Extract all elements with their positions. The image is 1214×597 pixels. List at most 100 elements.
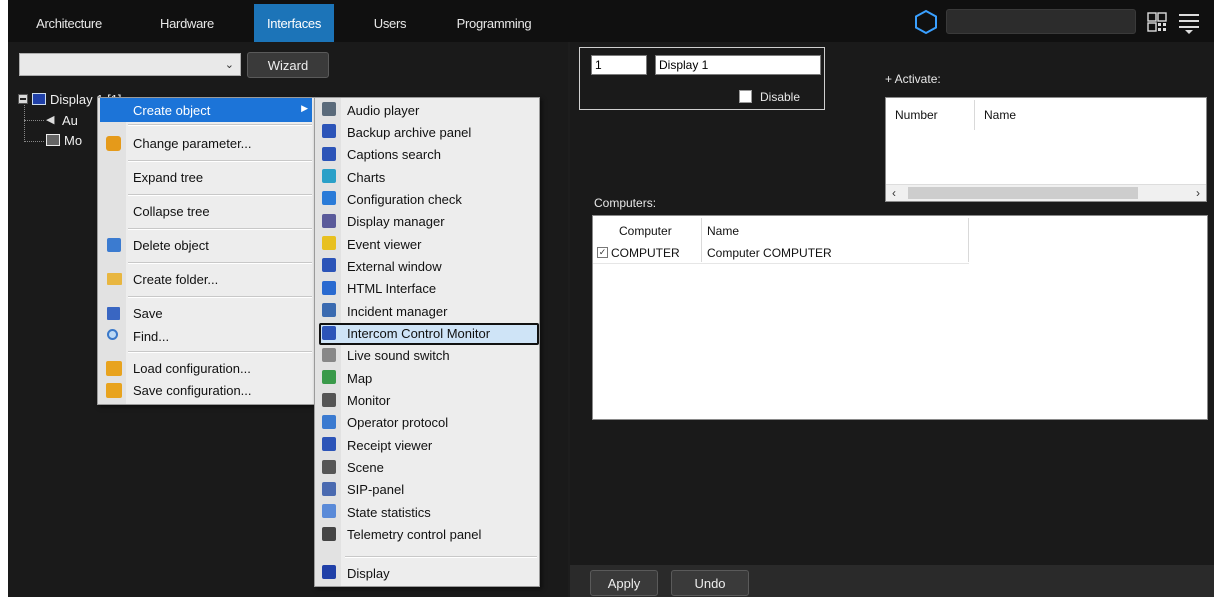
activate-table[interactable]: Number Name ‹ › [885, 97, 1207, 202]
menu-item-delete-object[interactable]: Delete object [100, 233, 312, 257]
submenu-item-external-window[interactable]: External window [315, 255, 539, 277]
tab-hardware[interactable]: Hardware [138, 4, 236, 42]
submenu-item-display[interactable]: Display [315, 562, 539, 584]
tab-users[interactable]: Users [348, 4, 432, 42]
submenu-item-backup-archive-panel[interactable]: Backup archive panel [315, 121, 539, 143]
collapse-icon[interactable] [18, 94, 28, 104]
chart-icon [322, 169, 336, 184]
submenu-item-label: Display [347, 565, 390, 581]
submenu-item-operator-protocol[interactable]: Operator protocol [315, 412, 539, 434]
submenu-item-audio-player[interactable]: Audio player [315, 99, 539, 121]
tab-interfaces[interactable]: Interfaces [254, 4, 334, 42]
tree-item-monitor[interactable]: Mo [46, 131, 82, 149]
monitor-icon [322, 325, 336, 340]
horizontal-scrollbar[interactable]: ‹ › [886, 184, 1206, 201]
speaker-icon: ◀ [46, 114, 55, 126]
submenu-item-map[interactable]: Map [315, 367, 539, 389]
grid-view-icon[interactable] [1147, 12, 1167, 32]
context-menu: Create object ▶ Change parameter... Expa… [97, 97, 315, 405]
load-config-icon [106, 361, 122, 376]
disable-checkbox[interactable] [739, 90, 752, 103]
display-icon [32, 93, 46, 105]
speaker-icon [322, 102, 336, 116]
menu-item-create-object[interactable]: Create object ▶ [100, 98, 312, 122]
top-search-input[interactable] [946, 9, 1136, 34]
tab-architecture[interactable]: Architecture [20, 4, 118, 42]
submenu-item-scene[interactable]: Scene [315, 457, 539, 479]
column-header-computer: Computer [619, 224, 672, 238]
bottom-action-bar [570, 565, 1214, 597]
submenu-item-charts[interactable]: Charts [315, 166, 539, 188]
submenu-arrow-icon: ▶ [301, 103, 308, 113]
column-header-name: Name [707, 224, 740, 238]
submenu-item-live-sound-switch[interactable]: Live sound switch [315, 345, 539, 367]
tab-programming[interactable]: Programming [440, 4, 548, 42]
submenu-item-state-statistics[interactable]: State statistics [315, 501, 539, 523]
save-icon [107, 307, 120, 320]
delete-icon [107, 238, 121, 252]
submenu-item-sip-panel[interactable]: SIP-panel [315, 479, 539, 501]
scrollbar-thumb[interactable] [908, 187, 1138, 199]
object-name-field[interactable]: Display 1 [655, 55, 821, 75]
check-icon [322, 191, 336, 206]
submenu-item-label: Map [347, 370, 373, 386]
menu-item-save-configuration[interactable]: Save configuration... [100, 378, 312, 402]
menu-icon[interactable] [1178, 12, 1200, 34]
disable-label: Disable [760, 90, 801, 104]
computer-cell: COMPUTER [611, 246, 680, 260]
menu-item-expand-tree[interactable]: Expand tree [100, 165, 312, 189]
menu-item-create-folder[interactable]: Create folder... [100, 267, 312, 291]
menu-item-collapse-tree[interactable]: Collapse tree [100, 199, 312, 223]
submenu-item-label: Audio player [347, 102, 420, 118]
submenu-item-captions-search[interactable]: Captions search [315, 144, 539, 166]
submenu-item-label: Monitor [347, 393, 391, 409]
object-id-field[interactable]: 1 [591, 55, 647, 75]
submenu-item-incident-manager[interactable]: Incident manager [315, 300, 539, 322]
submenu-item-label: State statistics [347, 504, 431, 520]
submenu-item-configuration-check[interactable]: Configuration check [315, 188, 539, 210]
scroll-left-icon[interactable]: ‹ [892, 186, 896, 200]
submenu-item-label: Charts [347, 169, 386, 185]
submenu-item-label: Backup archive panel [347, 124, 472, 140]
menu-item-save[interactable]: Save [100, 301, 312, 325]
camera-monitor-icon [46, 134, 60, 146]
folder-icon [107, 273, 122, 285]
submenu-item-monitor[interactable]: Monitor [315, 390, 539, 412]
submenu-item-label: SIP-panel [347, 482, 405, 498]
column-header-number: Number [895, 108, 938, 122]
submenu-item-intercom-control-monitor[interactable]: Intercom Control Monitor [319, 322, 539, 345]
scroll-right-icon[interactable]: › [1196, 186, 1200, 200]
object-type-combo[interactable]: ⌄ [19, 53, 241, 76]
submenu-item-event-viewer[interactable]: Event viewer [315, 233, 539, 255]
monitor-icon [322, 437, 336, 452]
submenu-item-telemetry-control-panel[interactable]: Telemetry control panel [315, 524, 539, 546]
top-nav-bar: Architecture Hardware Interfaces Users P… [8, 0, 1214, 42]
menu-item-load-configuration[interactable]: Load configuration... [100, 356, 312, 380]
submenu-item-label: Event viewer [347, 236, 422, 252]
column-header-name: Name [984, 108, 1017, 122]
submenu-item-display-manager[interactable]: Display manager [315, 211, 539, 233]
tree-item-audio[interactable]: ◀ Au [46, 111, 78, 129]
row-checkbox[interactable]: ✓ [597, 247, 608, 258]
submenu-item-label: Configuration check [347, 191, 462, 207]
tree-item-label: Au [62, 112, 78, 128]
submenu-item-label: External window [347, 258, 442, 274]
undo-button[interactable]: Undo [671, 570, 749, 596]
computers-label: Computers: [594, 196, 657, 210]
edit-icon [106, 136, 121, 151]
activate-label: + Activate: [885, 72, 941, 86]
submenu-item-html-interface[interactable]: HTML Interface [315, 278, 539, 300]
submenu-item-label: Captions search [347, 147, 441, 163]
hexagon-icon[interactable] [914, 9, 938, 35]
wizard-button[interactable]: Wizard [247, 52, 329, 78]
submenu-item-label: Incident manager [347, 303, 448, 319]
display-icon [322, 565, 336, 579]
computers-table[interactable]: Computer Name ✓ COMPUTER Computer COMPUT… [592, 215, 1208, 420]
menu-item-change-parameter[interactable]: Change parameter... [100, 131, 312, 155]
submenu-item-receipt-viewer[interactable]: Receipt viewer [315, 434, 539, 456]
apply-button[interactable]: Apply [590, 570, 658, 596]
menu-item-find[interactable]: Find... [100, 324, 312, 348]
submenu-item-label: Receipt viewer [347, 437, 433, 453]
create-object-submenu: Audio player Backup archive panel Captions… [314, 97, 540, 587]
switch-icon [322, 347, 336, 362]
